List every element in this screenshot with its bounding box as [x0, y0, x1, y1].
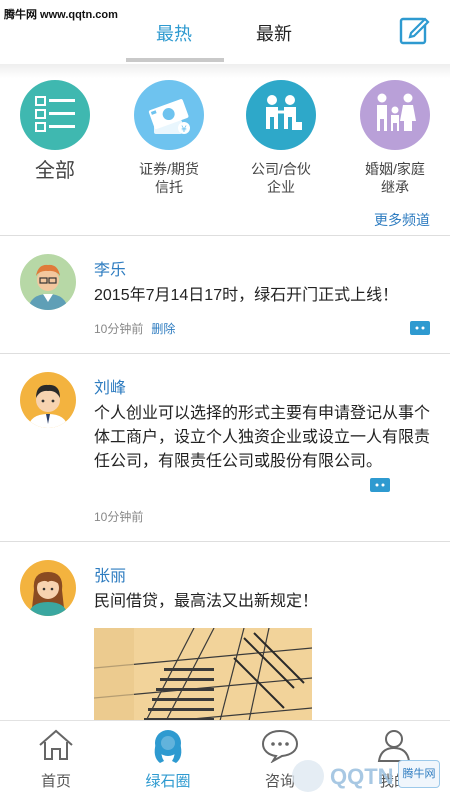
post-item[interactable]: 李乐 2015年7月14日17时，绿石开门正式上线！ 10分钟前 删除: [0, 236, 450, 354]
nav-circle[interactable]: 绿石圈: [112, 721, 224, 800]
category-label: 公司/合伙 企业: [251, 161, 311, 195]
tab-hot[interactable]: 最热: [156, 20, 192, 46]
post-author[interactable]: 刘峰: [94, 374, 126, 398]
category-label: 婚姻/家庭 继承: [365, 161, 425, 195]
avatar[interactable]: [20, 560, 76, 616]
category-label: 全部: [35, 160, 75, 182]
post-text: 个人创业可以选择的形式主要有申请登记从事个体工商户，设立个人独资企业或设立一人有…: [94, 405, 431, 470]
active-tab-indicator: [126, 58, 224, 62]
nav-label: 首页: [40, 773, 71, 790]
category-bar: 全部 ¥ 证券/期货 信托 公司/合伙 企业 婚姻/家庭 继承 更多频道: [0, 64, 450, 236]
post-time: 10分钟前: [94, 510, 144, 524]
nav-home[interactable]: 首页: [0, 721, 112, 800]
family-icon: [360, 80, 430, 150]
post-author[interactable]: 张丽: [94, 562, 126, 586]
post-meta: 10分钟前 删除: [94, 320, 175, 337]
svg-text:¥: ¥: [181, 125, 187, 135]
category-securities[interactable]: ¥ 证券/期货 信托: [114, 80, 224, 196]
post-time: 10分钟前: [94, 322, 144, 336]
delete-button[interactable]: 删除: [151, 322, 175, 336]
money-icon: ¥: [134, 80, 204, 150]
nav-label: 绿石圈: [145, 773, 191, 790]
top-header: 腾牛网 www.qqtn.com 最热 最新: [0, 0, 450, 64]
handshake-icon: [246, 80, 316, 150]
tab-new[interactable]: 最新: [256, 20, 292, 46]
circle-icon: [154, 730, 182, 763]
category-family[interactable]: 婚姻/家庭 继承: [340, 80, 450, 196]
comment-icon[interactable]: [408, 321, 430, 335]
comment-icon[interactable]: [368, 478, 390, 492]
post-text: 2015年7月14日17时，绿石开门正式上线！: [94, 287, 399, 304]
category-company[interactable]: 公司/合伙 企业: [226, 80, 336, 196]
more-channels-link[interactable]: 更多频道: [374, 210, 430, 230]
edit-icon[interactable]: [398, 14, 430, 46]
avatar[interactable]: [20, 254, 76, 310]
post-item[interactable]: 刘峰 个人创业可以选择的形式主要有申请登记从事个体工商户，设立个人独资企业或设立…: [0, 354, 450, 542]
post-item[interactable]: 张丽 民间借贷，最高法又出新规定！: [0, 542, 450, 744]
category-all[interactable]: 全部: [0, 80, 110, 182]
post-meta: 10分钟前: [94, 508, 143, 525]
watermark-text: 腾牛网 www.qqtn.com: [4, 9, 118, 21]
avatar[interactable]: [20, 372, 76, 428]
watermark-badge: 腾牛网: [398, 760, 440, 788]
svg-text:QQTN: QQTN: [330, 764, 394, 789]
post-author[interactable]: 李乐: [94, 256, 126, 280]
post-text: 民间借贷，最高法又出新规定！: [94, 593, 319, 610]
category-label: 证券/期货 信托: [139, 161, 199, 195]
home-icon: [39, 729, 73, 760]
list-icon: [20, 80, 90, 150]
